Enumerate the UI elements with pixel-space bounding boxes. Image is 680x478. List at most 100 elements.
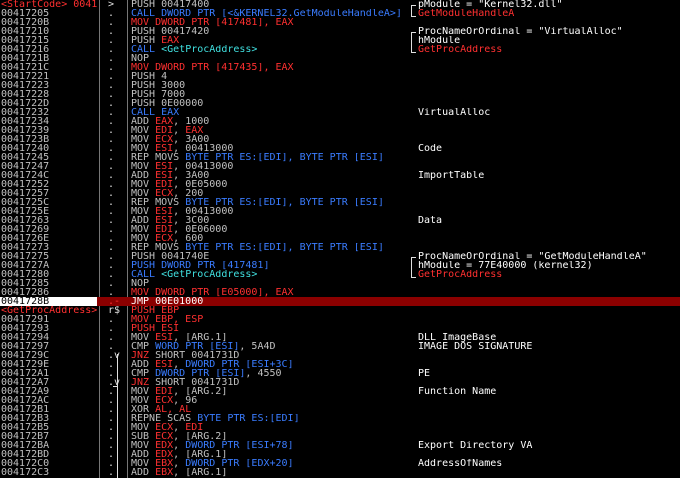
table-row[interactable]: <GetProcAddress> r$ PUSH EBP xyxy=(0,306,680,315)
instruction-cell: MOV EDI, [ARG.2] xyxy=(131,387,411,396)
instruction-token: DWORD PTR [EDX+20] xyxy=(185,459,294,468)
table-row[interactable]: <StartCode> 0041 > PUSH 00417400 pModule = … xyxy=(0,0,680,9)
instruction-token: PUSH 00417400 xyxy=(131,0,210,9)
table-row[interactable]: 0041722D. PUSH 0E00000 xyxy=(0,99,680,108)
table-row[interactable]: 00417294. MOV ESI, [ARG.1] DLL ImageBase xyxy=(0,333,680,342)
address-cell: 00417285 xyxy=(1,279,50,288)
instruction-cell: PUSH ESI xyxy=(131,324,411,333)
table-row[interactable]: 00417286. MOV DWORD PTR [E05000], EAX xyxy=(0,288,680,297)
table-row[interactable]: 0041725E. MOV ESI, 00413000 xyxy=(0,207,680,216)
table-row[interactable]: 00417205. CALL DWORD PTR [<&KERNEL32.GetM… xyxy=(0,9,680,18)
comment-cell: Code xyxy=(418,144,680,153)
table-row[interactable]: 00417293. PUSH ESI xyxy=(0,324,680,333)
table-row[interactable]: 004172B5. MOV ECX, EDI xyxy=(0,423,680,432)
table-row[interactable]: 004172A7 .v JNZ SHORT 0041731D xyxy=(0,378,680,387)
instruction-cell: CMP WORD PTR [ESI], 5A4D xyxy=(131,342,411,351)
table-row[interactable]: 00417215. PUSH EAX hModule xyxy=(0,36,680,45)
jump-arrow-tick xyxy=(113,386,117,387)
instruction-cell: ADD EAX, 1000 xyxy=(131,117,411,126)
table-row[interactable]: 00417285. NOP xyxy=(0,279,680,288)
table-row[interactable]: 00417247. MOV ESI, 00413000 xyxy=(0,162,680,171)
table-row[interactable]: 00417275. PUSH 0041740E ProcNameOrOrdinal … xyxy=(0,252,680,261)
table-row[interactable]: 004172BA. MOV EDX, DWORD PTR [ESI+78] Expo… xyxy=(0,441,680,450)
table-row[interactable]: 0041725C. REP MOVS BYTE PTR ES:[EDI], BYT… xyxy=(0,198,680,207)
instruction-token: EAX xyxy=(155,117,174,126)
instruction-token: BYTE PTR ES:[EDI], BYTE PTR [ESI] xyxy=(185,243,384,252)
comment-bracket xyxy=(411,32,416,53)
instruction-cell: JNZ SHORT 0041731D xyxy=(131,378,411,387)
comment-cell xyxy=(418,198,680,207)
table-row[interactable]: 00417221. PUSH 4 xyxy=(0,72,680,81)
instruction-token: PUSH ESI xyxy=(131,324,180,333)
instruction-token: , [ARG.1] xyxy=(173,333,228,342)
table-row[interactable]: 004172C3. ADD EBX, [ARG.1] xyxy=(0,468,680,477)
table-row[interactable]: 0041721C. MOV DWORD PTR [417435], EAX xyxy=(0,63,680,72)
instruction-token: MOV EBP, ESP xyxy=(131,315,204,324)
table-row[interactable]: 004172B3. REPNE SCAS BYTE PTR ES:[EDI] xyxy=(0,414,680,423)
instruction-token: REP MOVS xyxy=(131,243,186,252)
instruction-token: EDI xyxy=(155,126,174,135)
table-row[interactable]: 00417269. MOV EDI, 0E06000 xyxy=(0,225,680,234)
instruction-token: EDX xyxy=(155,450,174,459)
instruction-token: <GetProcAddress> xyxy=(161,270,258,279)
comment-text: DLL ImageBase xyxy=(418,333,497,342)
table-row[interactable]: 004172B7. SUB ECX, [ARG.2] xyxy=(0,432,680,441)
table-row[interactable]: 0041721B. NOP xyxy=(0,54,680,63)
table-row[interactable]: 004172C0. MOV EBX, DWORD PTR [EDX+20] Addr… xyxy=(0,459,680,468)
table-row[interactable]: 00417240. MOV ESI, 00413000 Code xyxy=(0,144,680,153)
address-cell: 00417280 xyxy=(1,270,50,279)
instruction-cell: PUSH 0E00000 xyxy=(131,99,411,108)
comment-cell: VirtualAlloc xyxy=(418,108,680,117)
table-row[interactable]: 00417273. REP MOVS BYTE PTR ES:[EDI], BYT… xyxy=(0,243,680,252)
instruction-token: , 96 xyxy=(173,396,198,405)
table-row[interactable]: 004172AC. MOV ECX, 96 xyxy=(0,396,680,405)
address-cell: 00417240 xyxy=(1,144,50,153)
comment-cell xyxy=(418,126,680,135)
jump-marker: . xyxy=(108,333,115,342)
instruction-token: , [ARG.1] xyxy=(173,468,228,477)
table-row[interactable]: 00417263. ADD ESI, 3C00 Data xyxy=(0,216,680,225)
table-row[interactable]: 00417252. MOV EDI, 0E05000 xyxy=(0,180,680,189)
table-row[interactable]: 004172A1. CMP DWORD PTR [ESI], 4550 PE xyxy=(0,369,680,378)
jump-marker: . xyxy=(108,198,115,207)
jump-marker: . xyxy=(108,45,115,54)
table-row[interactable]: 00417280. CALL <GetProcAddress> GetProcAdd… xyxy=(0,270,680,279)
table-row[interactable]: 0041726E. MOV ECX, 600 xyxy=(0,234,680,243)
table-row[interactable]: 00417216. CALL <GetProcAddress> GetProcAdd… xyxy=(0,45,680,54)
table-row[interactable]: 004172B1. XOR AL, AL xyxy=(0,405,680,414)
table-row[interactable]: 00417257. MOV ECX, 200 xyxy=(0,189,680,198)
comment-cell: ProcNameOrOrdinal = "GetModuleHandleA" xyxy=(418,252,680,261)
table-row[interactable]: 00417232. CALL EAX VirtualAlloc xyxy=(0,108,680,117)
table-row[interactable]: 00417291. MOV EBP, ESP xyxy=(0,315,680,324)
table-row[interactable]: 0041724C. ADD ESI, 3A00 ImportTable xyxy=(0,171,680,180)
instruction-token: MOV DWORD PTR [417435], EAX xyxy=(131,63,294,72)
table-row[interactable]: 00417245. REP MOVS BYTE PTR ES:[EDI], BYT… xyxy=(0,153,680,162)
instruction-token: BYTE PTR ES:[EDI], BYTE PTR [ESI] xyxy=(185,153,384,162)
jump-marker: . xyxy=(108,126,115,135)
instruction-token: DWORD PTR [ESI+3C] xyxy=(185,360,294,369)
comment-cell xyxy=(418,432,680,441)
table-row[interactable]: 004172A9. MOV EDI, [ARG.2] Function Name xyxy=(0,387,680,396)
comment-text: pModule = "Kernel32.dll" xyxy=(418,0,563,9)
instruction-cell: PUSH 7000 xyxy=(131,90,411,99)
instruction-token: ECX xyxy=(155,234,174,243)
table-row[interactable]: 0041720B. MOV DWORD PTR [417481], EAX xyxy=(0,18,680,27)
table-row[interactable]: 00417210. PUSH 00417420 ProcNameOrOrdinal … xyxy=(0,27,680,36)
disassembly-listing[interactable]: <StartCode> 0041 > PUSH 00417400 pModule = … xyxy=(0,0,680,478)
table-row[interactable]: 0041729C .v JNZ SHORT 0041731D xyxy=(0,351,680,360)
table-row[interactable]: 0041727A. PUSH DWORD PTR [417481] hModule … xyxy=(0,261,680,270)
table-row[interactable]: 00417297. CMP WORD PTR [ESI], 5A4D IMAGE_D… xyxy=(0,342,680,351)
table-row[interactable]: 00417239. MOV EDI, EAX xyxy=(0,126,680,135)
comment-cell xyxy=(418,54,680,63)
comment-cell xyxy=(418,414,680,423)
instruction-cell: JMP 00E01000 xyxy=(131,297,411,306)
table-row[interactable]: 004172BD. ADD EDX, [ARG.1] xyxy=(0,450,680,459)
table-row[interactable]: 0041723B. MOV ECX, 3A00 xyxy=(0,135,680,144)
table-row[interactable]: 0041728B .- JMP 00E01000 xyxy=(0,297,680,306)
table-row[interactable]: 00417234. ADD EAX, 1000 xyxy=(0,117,680,126)
table-row[interactable]: 00417223. PUSH 3000 xyxy=(0,81,680,90)
table-row[interactable]: 00417228. PUSH 7000 xyxy=(0,90,680,99)
instruction-token: PUSH EBP xyxy=(131,306,180,315)
instruction-cell: ADD ESI, 3C00 xyxy=(131,216,411,225)
table-row[interactable]: 0041729E. ADD ESI, DWORD PTR [ESI+3C] xyxy=(0,360,680,369)
